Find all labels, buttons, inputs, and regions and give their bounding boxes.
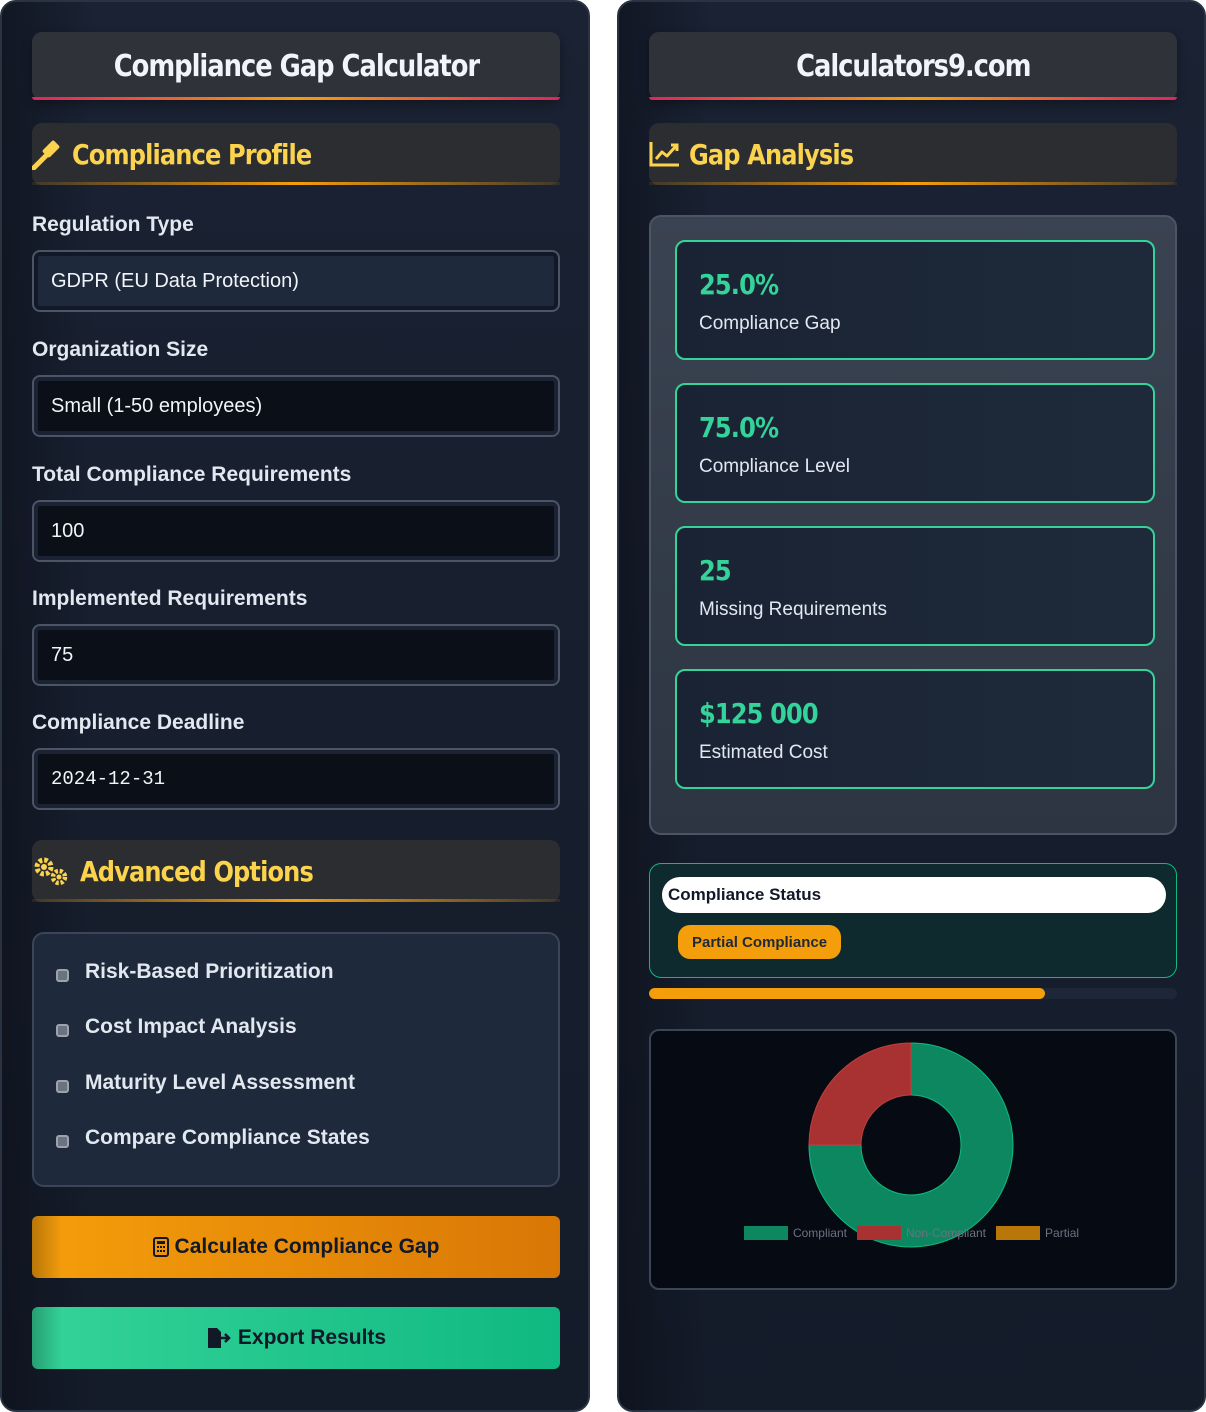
total-requirements-input[interactable]: 100 [32,500,560,562]
compliance-status-box: Compliance Status Partial Compliance [649,863,1177,978]
checkbox[interactable] [56,1023,69,1037]
donut-chart-svg [808,1042,1014,1248]
result-card-level: 75.0% Compliance Level [675,383,1155,503]
gears-icon [32,855,72,887]
advanced-options-title: Advanced Options [80,854,314,888]
missing-requirements-label: Missing Requirements [699,599,887,620]
total-requirements-label: Total Compliance Requirements [32,463,352,486]
site-title: Calculators9.com [795,48,1031,84]
legend-swatch [743,1226,788,1240]
option-label: Maturity Level Assessment [85,1071,355,1094]
compliance-level-label: Compliance Level [699,456,851,477]
results-panel: Calculators9.com Gap Analysis 25.0% Comp… [617,0,1206,1412]
calculator-icon [152,1237,169,1257]
checkbox[interactable] [56,1134,69,1148]
calculate-button[interactable]: Calculate Compliance Gap [32,1216,560,1278]
results-container: 25.0% Compliance Gap 75.0% Compliance Le… [649,215,1177,835]
export-button-label: Export Results [237,1326,387,1349]
option-label: Compare Compliance States [85,1126,370,1149]
legend-label: Compliant [792,1226,847,1240]
implemented-requirements-label: Implemented Requirements [32,587,308,610]
compliance-profile-title: Compliance Profile [72,137,312,171]
line-chart-icon [649,138,681,170]
organization-size-select[interactable]: Small (1-50 employees) [32,375,560,437]
advanced-options-list: Risk-Based Prioritization Cost Impact An… [32,932,560,1187]
calculator-panel: Compliance Gap Calculator Compliance Pro… [0,0,590,1412]
chart-legend: Compliant Non-Compliant Partial [619,1226,1204,1240]
compliance-status-title: Compliance Status [662,877,1166,913]
result-card-gap: 25.0% Compliance Gap [675,240,1155,360]
legend-swatch [996,1226,1041,1240]
legend-label: Non-Compliant [905,1226,987,1240]
gap-analysis-header: Gap Analysis [649,123,1177,185]
option-maturity-level[interactable]: Maturity Level Assessment [56,1071,355,1095]
compliance-gap-value: 25.0% [699,268,779,301]
legend-swatch [856,1226,901,1240]
gap-analysis-title: Gap Analysis [689,137,854,171]
status-badge: Partial Compliance [678,925,842,959]
estimated-cost-value: $125 000 [699,697,819,730]
gavel-icon [32,138,64,170]
legend-label: Partial [1045,1226,1080,1240]
checkbox[interactable] [56,968,69,982]
option-cost-impact[interactable]: Cost Impact Analysis [56,1015,297,1039]
organization-size-label: Organization Size [32,338,209,361]
calculate-button-label: Calculate Compliance Gap [174,1235,440,1258]
compliance-gap-label: Compliance Gap [699,313,841,334]
estimated-cost-label: Estimated Cost [699,742,828,763]
legend-item-non-compliant[interactable]: Non-Compliant [856,1226,987,1240]
export-button[interactable]: Export Results [32,1307,560,1369]
deadline-date-input[interactable]: 2024-12-31 [32,748,560,810]
regulation-type-select[interactable]: GDPR (EU Data Protection) [32,250,560,312]
compliance-progress-fill [649,988,1045,999]
compliance-donut-chart [649,1029,1177,1290]
result-card-missing: 25 Missing Requirements [675,526,1155,646]
legend-item-compliant[interactable]: Compliant [743,1226,847,1240]
file-export-icon [206,1327,232,1349]
legend-item-partial[interactable]: Partial [996,1226,1079,1240]
deadline-label: Compliance Deadline [32,711,245,734]
missing-requirements-value: 25 [699,554,732,587]
option-risk-prioritization[interactable]: Risk-Based Prioritization [56,960,334,984]
result-card-cost: $125 000 Estimated Cost [675,669,1155,789]
compliance-level-value: 75.0% [699,411,779,444]
checkbox[interactable] [56,1079,69,1093]
compliance-profile-header: Compliance Profile [32,123,560,185]
calculator-title: Compliance Gap Calculator [113,48,479,84]
advanced-options-header: Advanced Options [32,840,560,902]
compliance-progress-bar [649,988,1177,999]
calculator-title-bar: Compliance Gap Calculator [32,32,560,100]
implemented-requirements-input[interactable]: 75 [32,624,560,686]
option-compare-states[interactable]: Compare Compliance States [56,1126,370,1150]
option-label: Cost Impact Analysis [85,1015,297,1038]
donut-slice-non-compliant[interactable] [808,1042,912,1146]
site-title-bar: Calculators9.com [649,32,1177,100]
option-label: Risk-Based Prioritization [85,960,334,983]
regulation-type-label: Regulation Type [32,213,194,236]
